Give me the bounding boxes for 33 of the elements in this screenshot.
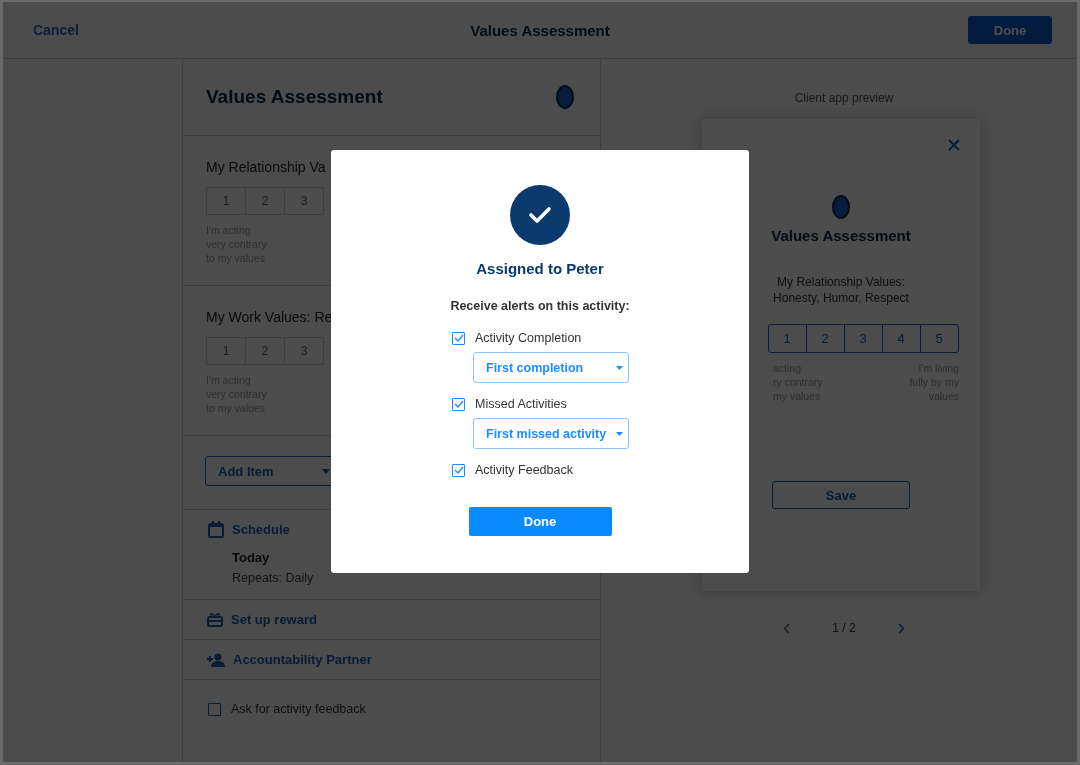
section-link[interactable]: Set up reward: [231, 612, 317, 627]
done-button[interactable]: Done: [468, 507, 612, 536]
schedule-repeat: Repeats: Daily: [232, 571, 315, 585]
checkbox-label: Activity Feedback: [475, 463, 573, 477]
schedule-start: Today: [232, 550, 271, 565]
rating-option[interactable]: 5: [919, 325, 958, 352]
page-indicator: 1 / 2: [832, 621, 856, 635]
checkbox[interactable]: [452, 463, 465, 477]
frequency-dropdown[interactable]: First missed activity: [473, 418, 629, 449]
dialog-title: Assigned to Peter: [476, 260, 604, 277]
checkbox[interactable]: [452, 397, 465, 411]
rating-option[interactable]: 1: [768, 325, 806, 352]
schedule-link[interactable]: Schedule: [232, 522, 290, 537]
question-title: My Work Values: Re: [206, 309, 333, 325]
dialog-prompt: Receive alerts on this activity:: [450, 299, 630, 313]
caret-icon: [616, 365, 623, 370]
caret-icon: [616, 431, 623, 436]
checkbox[interactable]: [452, 331, 465, 345]
checkbox-label: Ask for activity feedback: [231, 702, 366, 716]
page-title: Values Assessment: [470, 21, 610, 39]
preview-title: Values Assessment: [771, 227, 911, 244]
rating-option[interactable]: 4: [881, 325, 920, 352]
check-circle-icon: [510, 185, 570, 245]
checkbox-label: Missed Activities: [475, 397, 567, 411]
rating-option[interactable]: 3: [843, 325, 882, 352]
activity-title: Values Assessment: [206, 86, 383, 108]
rating-option[interactable]: 2: [805, 325, 844, 352]
frequency-dropdown[interactable]: First completion: [473, 352, 629, 383]
question-text: My Relationship Values: Honesty, Humor, Respect: [773, 274, 909, 306]
checkbox-label: Activity Completion: [475, 331, 582, 345]
cancel-link[interactable]: Cancel: [33, 22, 79, 38]
section-link[interactable]: Accountability Partner: [233, 652, 372, 667]
question-title: My Relationship Va: [206, 159, 326, 175]
